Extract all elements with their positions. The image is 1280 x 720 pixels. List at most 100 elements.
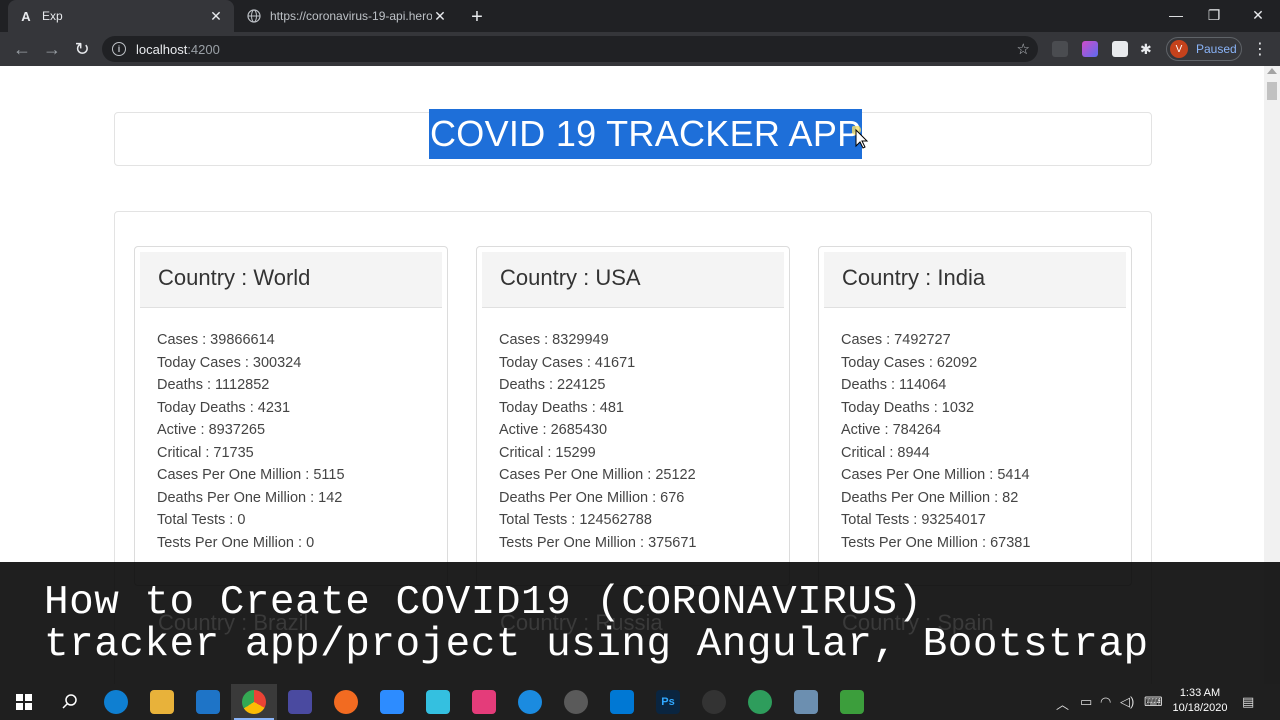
reload-icon[interactable]: ↻ bbox=[70, 37, 94, 61]
stat-today-deaths: Today Deaths : 1032 bbox=[841, 399, 975, 416]
stat-cases: Cases : 7492727 bbox=[841, 332, 951, 348]
new-tab-button[interactable]: + bbox=[466, 6, 488, 28]
caption-line-1: How to Create COVID19 (CORONAVIRUS) bbox=[44, 580, 923, 626]
country-card-india: Country : India Cases : 7492727 Today Ca… bbox=[818, 246, 1132, 586]
close-tab-icon[interactable]: ✕ bbox=[208, 8, 224, 24]
forward-arrow-icon[interactable]: → bbox=[40, 37, 64, 61]
video-caption-banner: Country : Brazil Country : Russia Countr… bbox=[0, 562, 1280, 684]
stats-list: Cases : 39866614 Today Cases : 300324 De… bbox=[157, 329, 345, 554]
window-close-button[interactable]: ✕ bbox=[1244, 4, 1272, 26]
stat-today-deaths: Today Deaths : 4231 bbox=[157, 399, 291, 416]
stat-cases: Cases : 8329949 bbox=[499, 332, 609, 348]
country-card-usa: Country : USA Cases : 8329949 Today Case… bbox=[476, 246, 790, 586]
clock-time: 1:33 AM bbox=[1179, 687, 1221, 699]
scroll-up-arrow-icon[interactable] bbox=[1267, 68, 1277, 74]
stat-total-tests: Total Tests : 0 bbox=[157, 512, 246, 528]
edge-browser-icon[interactable] bbox=[104, 690, 128, 714]
windows-start-icon[interactable] bbox=[12, 690, 36, 714]
url-port: :4200 bbox=[187, 41, 220, 57]
stat-active: Active : 8937265 bbox=[157, 422, 266, 438]
volume-icon[interactable]: ◁) bbox=[1120, 694, 1134, 710]
tab-exp[interactable]: A Exp ✕ bbox=[8, 0, 234, 32]
chevron-up-icon[interactable]: ︿ bbox=[1056, 694, 1069, 713]
teamviewer-icon[interactable] bbox=[518, 690, 542, 714]
app-icon[interactable] bbox=[702, 690, 726, 714]
stat-today-cases: Today Cases : 62092 bbox=[841, 354, 978, 371]
stats-list: Cases : 8329949 Today Cases : 41671 Deat… bbox=[499, 329, 696, 554]
card-header: Country : World bbox=[140, 252, 442, 308]
menu-kebab-icon[interactable]: ⋮ bbox=[1252, 37, 1268, 61]
close-tab-icon[interactable]: ✕ bbox=[432, 8, 448, 24]
site-info-icon[interactable]: i bbox=[112, 42, 126, 56]
windows-taskbar: Ps ︿ ▭ ◠ ◁) ⌨ 1:33 AM 10/18/2020 ▤ bbox=[0, 684, 1280, 720]
card-header: Country : USA bbox=[482, 252, 784, 308]
stat-deaths-per-million: Deaths Per One Million : 142 bbox=[157, 489, 343, 506]
app-icon[interactable] bbox=[748, 690, 772, 714]
page-title: COVID 19 TRACKER APP bbox=[429, 109, 863, 159]
clock-date: 10/18/2020 bbox=[1172, 702, 1228, 714]
zoom-icon[interactable] bbox=[380, 690, 404, 714]
app-icon[interactable] bbox=[426, 690, 450, 714]
stat-cases-per-million: Cases Per One Million : 5414 bbox=[841, 467, 1030, 483]
stat-critical: Critical : 71735 bbox=[157, 444, 254, 461]
avatar: V bbox=[1170, 40, 1188, 58]
profile-button[interactable]: V Paused bbox=[1166, 37, 1242, 61]
restore-button[interactable]: ❐ bbox=[1200, 4, 1228, 26]
back-arrow-icon[interactable]: ← bbox=[10, 37, 34, 61]
extension-icon[interactable] bbox=[1082, 41, 1098, 57]
notifications-icon[interactable]: ▤ bbox=[1242, 694, 1254, 710]
stat-tests-per-million: Tests Per One Million : 0 bbox=[157, 534, 315, 551]
app-icon[interactable] bbox=[840, 690, 864, 714]
stat-today-cases: Today Cases : 300324 bbox=[157, 354, 302, 371]
address-bar[interactable]: i localhost:4200 ☆ bbox=[102, 36, 1038, 62]
stat-today-deaths: Today Deaths : 481 bbox=[499, 399, 624, 416]
battery-icon[interactable]: ▭ bbox=[1080, 694, 1092, 710]
card-header: Country : India bbox=[824, 252, 1126, 308]
browser-toolbar: ← → ↻ i localhost:4200 ☆ ✱ V Paused ⋮ bbox=[0, 32, 1280, 66]
stat-total-tests: Total Tests : 93254017 bbox=[841, 512, 986, 528]
minimize-button[interactable]: — bbox=[1162, 4, 1190, 26]
app-icon[interactable] bbox=[334, 690, 358, 714]
country-card-world: Country : World Cases : 39866614 Today C… bbox=[134, 246, 448, 586]
chrome-icon[interactable] bbox=[242, 690, 266, 714]
extension-icon[interactable] bbox=[1112, 41, 1128, 57]
stat-active: Active : 784264 bbox=[841, 422, 941, 438]
extension-icon[interactable] bbox=[1052, 41, 1068, 57]
stat-total-tests: Total Tests : 124562788 bbox=[499, 512, 652, 528]
stat-cases: Cases : 39866614 bbox=[157, 332, 275, 348]
stat-deaths-per-million: Deaths Per One Million : 676 bbox=[499, 489, 685, 506]
system-clock[interactable]: 1:33 AM 10/18/2020 bbox=[1172, 686, 1228, 716]
wifi-icon[interactable]: ◠ bbox=[1100, 694, 1111, 710]
bookmark-star-icon[interactable]: ☆ bbox=[1017, 40, 1030, 58]
stat-today-cases: Today Cases : 41671 bbox=[499, 354, 636, 371]
globe-icon bbox=[246, 8, 262, 24]
mouse-cursor-icon bbox=[852, 126, 869, 149]
tab-api[interactable]: https://coronavirus-19-api.heroku ✕ bbox=[236, 0, 458, 32]
tab-title: https://coronavirus-19-api.heroku bbox=[270, 9, 432, 23]
photoshop-icon[interactable]: Ps bbox=[656, 690, 680, 714]
app-icon[interactable] bbox=[288, 690, 312, 714]
stat-deaths-per-million: Deaths Per One Million : 82 bbox=[841, 489, 1019, 506]
file-explorer-icon[interactable] bbox=[150, 690, 174, 714]
caption-line-2: tracker app/project using Angular, Boots… bbox=[44, 622, 1149, 668]
app-icon[interactable] bbox=[564, 690, 588, 714]
search-icon[interactable] bbox=[58, 690, 82, 714]
keyboard-icon[interactable]: ⌨ bbox=[1144, 694, 1163, 710]
scroll-thumb[interactable] bbox=[1267, 82, 1277, 100]
stats-list: Cases : 7492727 Today Cases : 62092 Deat… bbox=[841, 329, 1030, 554]
tab-title: Exp bbox=[42, 9, 63, 23]
profile-status: Paused bbox=[1196, 42, 1237, 56]
stat-deaths: Deaths : 114064 bbox=[841, 377, 947, 393]
stat-critical: Critical : 15299 bbox=[499, 444, 596, 461]
app-icon[interactable] bbox=[794, 690, 818, 714]
stat-active: Active : 2685430 bbox=[499, 422, 608, 438]
intellij-icon[interactable] bbox=[472, 690, 496, 714]
puzzle-extensions-icon[interactable]: ✱ bbox=[1140, 41, 1156, 57]
stat-deaths: Deaths : 224125 bbox=[499, 377, 606, 393]
stat-tests-per-million: Tests Per One Million : 375671 bbox=[499, 534, 697, 551]
vscode-icon[interactable] bbox=[610, 690, 634, 714]
stat-critical: Critical : 8944 bbox=[841, 444, 930, 461]
mail-icon[interactable] bbox=[196, 690, 220, 714]
stat-cases-per-million: Cases Per One Million : 5115 bbox=[157, 467, 345, 483]
stat-tests-per-million: Tests Per One Million : 67381 bbox=[841, 534, 1031, 551]
